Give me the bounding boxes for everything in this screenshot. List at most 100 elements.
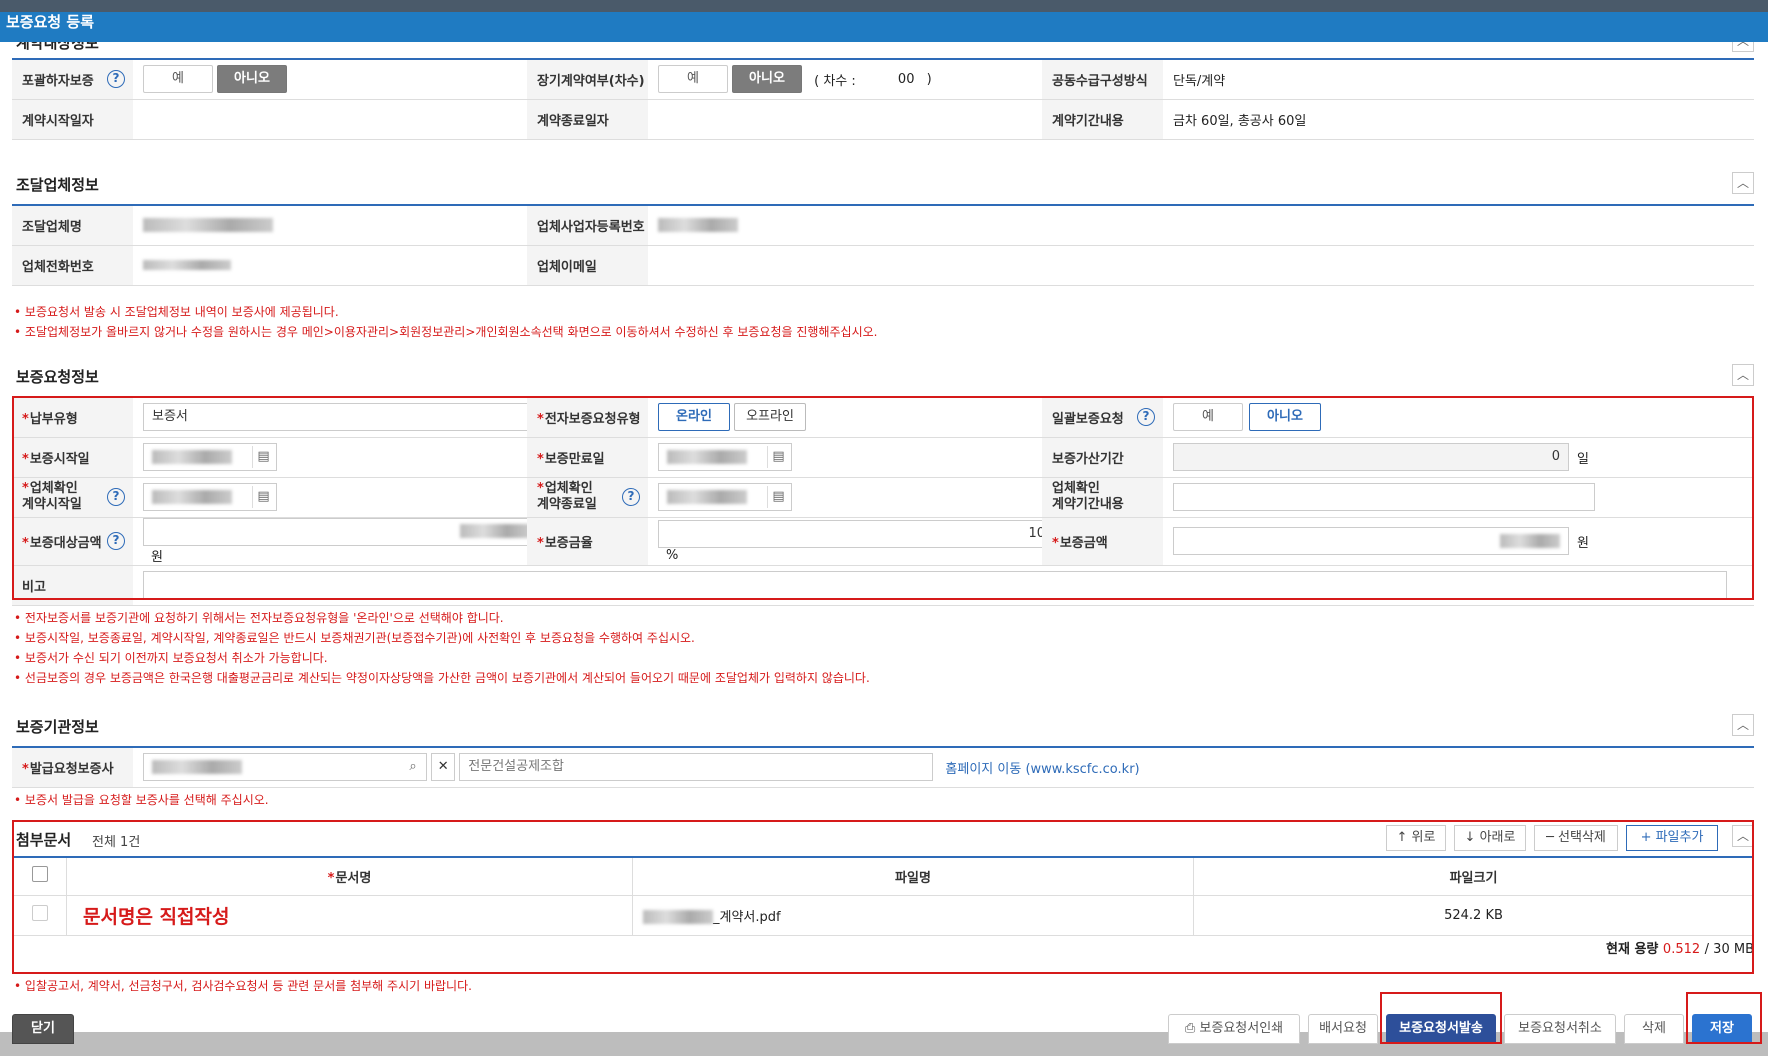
collapse-icon[interactable]: ︿ — [1732, 364, 1754, 386]
select-all-checkbox[interactable] — [31, 866, 48, 883]
homepage-link[interactable]: 홈페이지 이동 (www.kscfc.co.kr) — [945, 762, 1139, 777]
table-row[interactable]: 문서명은 직접작성 _계약서.pdf 524.2 KB — [12, 894, 1754, 936]
amount-label: *보증금액 — [1042, 517, 1163, 566]
vendor-note: 보증요청서 발송 시 조달업체정보 내역이 보증사에 제공됩니다. — [14, 302, 877, 322]
save-button[interactable]: 저장 — [1692, 1014, 1752, 1044]
help-icon[interactable]: ? — [107, 70, 125, 89]
row-checkbox[interactable] — [31, 905, 48, 921]
guarantee-notes: 전자보증서를 보증기관에 요청하기 위해서는 전자보증요청유형을 '온라인'으로… — [14, 608, 870, 688]
issuer-label: *발급요청보증사 — [12, 747, 133, 788]
vendor-note: 조달업체정보가 올바르지 않거나 수정을 원하시는 경우 메인>이용자관리>회원… — [14, 322, 878, 342]
pay-type-label: *납부유형 — [12, 397, 133, 438]
contract-end-label: 계약종료일자 — [527, 99, 648, 140]
vc-period-label: 업체확인 계약기간내용 — [1042, 477, 1163, 518]
help-icon[interactable]: ? — [107, 532, 125, 550]
contract-period-label: 계약기간내용 — [1042, 99, 1163, 140]
vendor-table: 조달업체명 업체사업자등록번호 업체전화번호 업체이메일 — [12, 204, 1754, 286]
vendor-section-header: 조달업체정보 ︿ — [12, 170, 1754, 198]
attachments-count: 전체 1건 — [92, 835, 141, 850]
guarantee-section-title: 보증요청정보 — [16, 368, 99, 386]
contract-start-value — [133, 99, 527, 140]
offline-button[interactable]: 오프라인 — [734, 403, 806, 432]
amount-redacted — [1500, 533, 1560, 548]
clear-icon[interactable]: ✕ — [431, 753, 456, 782]
add-period-label: 보증가산기간 — [1042, 437, 1163, 478]
issuer-redacted — [152, 759, 242, 774]
calendar-icon[interactable]: ▤ — [252, 446, 274, 468]
print-button[interactable]: ⎙ 보증요청서인쇄 — [1168, 1014, 1300, 1044]
bulk-yes-button[interactable]: 예 — [1173, 403, 1243, 432]
guarantee-note: 전자보증서를 보증기관에 요청하기 위해서는 전자보증요청유형을 '온라인'으로… — [14, 608, 870, 628]
delete-button[interactable]: 삭제 — [1624, 1014, 1684, 1044]
collapse-icon[interactable]: ︿ — [1732, 714, 1754, 736]
delivery-request-button[interactable]: 배서요청 — [1308, 1014, 1378, 1044]
close-button[interactable]: 닫기 — [12, 1014, 74, 1044]
issuer-search-input[interactable]: ⌕ — [143, 753, 427, 782]
attachments-note: 입찰공고서, 계약서, 선금청구서, 검사검수요청서 등 관련 문서를 첨부해 … — [14, 976, 472, 996]
vc-end-redacted — [667, 489, 747, 504]
institution-section-header: 보증기관정보 ︿ — [12, 712, 1754, 740]
vc-period-input[interactable] — [1173, 483, 1595, 511]
calendar-icon[interactable]: ▤ — [767, 486, 789, 508]
doc-name-cell[interactable]: 문서명은 직접작성 — [66, 894, 633, 936]
amount-input[interactable] — [1173, 527, 1569, 555]
longterm-label: 장기계약여부(차수) — [527, 59, 648, 100]
cancel-request-button[interactable]: 보증요청서취소 — [1504, 1014, 1616, 1044]
remark-label: 비고 — [12, 565, 133, 606]
online-button[interactable]: 온라인 — [658, 403, 730, 432]
printer-icon: ⎙ — [1184, 1021, 1200, 1036]
target-amount-label: *보증대상금액? — [12, 517, 133, 566]
round-suffix: ) — [926, 71, 932, 87]
vc-end-input[interactable]: ▤ — [658, 483, 792, 511]
move-down-button[interactable]: ↓ 아래로 — [1454, 825, 1526, 851]
row-checkbox-cell — [12, 894, 67, 936]
vc-end-label: *업체확인 계약종료일? — [527, 477, 648, 518]
attachments-header: 첨부문서 전체 1건 ↑ 위로 ↓ 아래로 ─ 선택삭제 + 파일추가 ︿ — [12, 820, 1754, 856]
vendor-phone-label: 업체전화번호 — [12, 245, 133, 286]
vendor-bizno-label: 업체사업자등록번호 — [527, 205, 648, 246]
remark-input[interactable] — [143, 571, 1727, 599]
collapse-icon[interactable]: ︿ — [1732, 172, 1754, 194]
joint-label: 공동수급구성방식 — [1042, 59, 1163, 100]
guarantee-end-input[interactable]: ▤ — [658, 443, 792, 471]
institution-notes: 보증서 발급을 요청할 보증사를 선택해 주십시오. — [14, 790, 269, 810]
bulk-label: 일괄보증요청? — [1042, 397, 1163, 438]
guarantee-start-input[interactable]: ▤ — [143, 443, 277, 471]
calendar-icon[interactable]: ▤ — [767, 446, 789, 468]
search-icon[interactable]: ⌕ — [402, 756, 424, 778]
vendor-section-title: 조달업체정보 — [16, 176, 99, 194]
guarantee-section-header: 보증요청정보 ︿ — [12, 362, 1754, 390]
help-icon[interactable]: ? — [107, 488, 125, 506]
calendar-icon[interactable]: ▤ — [252, 486, 274, 508]
file-name-cell: _계약서.pdf — [632, 894, 1194, 936]
vc-start-input[interactable]: ▤ — [143, 483, 277, 511]
institution-table: *발급요청보증사 ⌕ ✕ 전문건설공제조합 홈페이지 이동 (www.kscfc… — [12, 746, 1754, 788]
won-unit: 원 — [1577, 535, 1589, 551]
move-up-button[interactable]: ↑ 위로 — [1386, 825, 1446, 851]
pay-type-select[interactable]: 보증서﹀ — [143, 403, 563, 432]
rate-input[interactable]: 10 — [658, 519, 1054, 548]
comprehensive-no-button[interactable]: 아니오 — [217, 65, 287, 94]
send-request-button[interactable]: 보증요청서발송 — [1386, 1014, 1496, 1044]
collapse-icon[interactable]: ︿ — [1732, 825, 1754, 847]
contract-table: 포괄하자보증? 예 아니오 장기계약여부(차수) 예 아니오 ( 차수 : 00 )… — [12, 58, 1754, 140]
bulk-no-button[interactable]: 아니오 — [1249, 403, 1321, 432]
longterm-yes-button[interactable]: 예 — [658, 65, 728, 94]
file-name-redacted — [643, 910, 713, 924]
help-icon[interactable]: ? — [622, 488, 640, 506]
guarantee-start-label: *보증시작일 — [12, 437, 133, 478]
guarantee-start-redacted — [152, 449, 232, 464]
add-period-input[interactable]: 0 — [1173, 443, 1569, 471]
vendor-notes: 보증요청서 발송 시 조달업체정보 내역이 보증사에 제공됩니다. 조달업체정보… — [14, 302, 878, 342]
attachments-table: *문서명 파일명 파일크기 문서명은 직접작성 _계약서.pdf 524.2 K… — [12, 856, 1754, 936]
guarantee-note: 선금보증의 경우 보증금액은 한국은행 대출평균금리로 계산되는 약정이자상당액… — [14, 668, 870, 688]
vendor-email-value — [648, 245, 1754, 286]
vendor-email-label: 업체이메일 — [527, 245, 648, 286]
add-file-button[interactable]: + 파일추가 — [1626, 825, 1718, 851]
longterm-no-button[interactable]: 아니오 — [732, 65, 802, 94]
help-icon[interactable]: ? — [1137, 408, 1155, 427]
target-amount-input[interactable] — [143, 517, 539, 546]
target-amount-redacted — [460, 524, 530, 538]
delete-selected-button[interactable]: ─ 선택삭제 — [1534, 825, 1618, 851]
comprehensive-yes-button[interactable]: 예 — [143, 65, 213, 94]
